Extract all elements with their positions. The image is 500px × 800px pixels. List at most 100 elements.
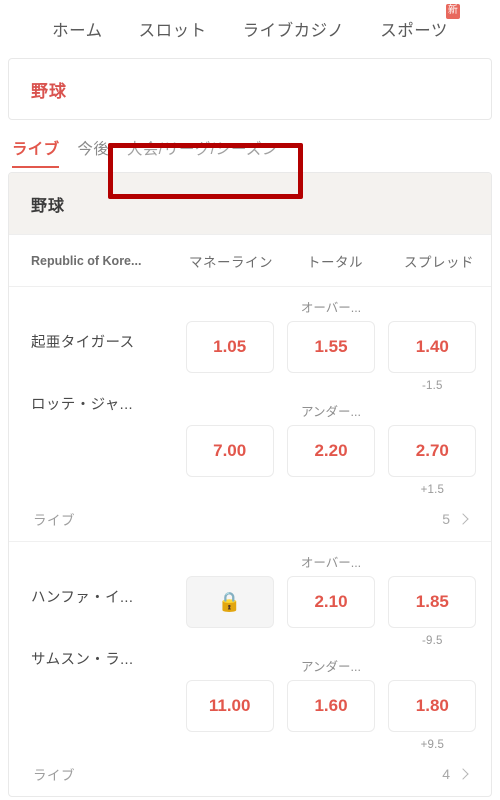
match-row: ハンファ・イ... サムスン・ラ... 🔒 11.00 オーバー... 2.10…: [9, 542, 491, 796]
moneyline-slot-home: 🔒: [179, 550, 280, 654]
odd-button-moneyline-home[interactable]: 1.05: [185, 321, 274, 373]
spread-column: 1.85 -9.5 1.80 +9.5: [382, 550, 483, 758]
tab-live[interactable]: ライブ: [12, 137, 60, 168]
odd-button-spread-away[interactable]: 2.70: [388, 425, 477, 477]
handicap-spacer: [329, 477, 332, 503]
more-markets-link[interactable]: 4: [442, 766, 469, 782]
column-header-team: Republic of Kore...: [31, 253, 142, 268]
spread-column: 1.40 -1.5 2.70 +1.5: [382, 295, 483, 503]
match-status-label: ライブ: [33, 768, 75, 783]
handicap-spacer: [228, 628, 231, 654]
spread-slot-away: 1.80 +9.5: [382, 654, 483, 758]
tab-label: 大会/リーグ/シーズン: [127, 141, 278, 158]
nav-item-label: スロット: [138, 22, 207, 40]
total-label-over: オーバー...: [300, 301, 362, 315]
more-markets-count: 4: [442, 766, 450, 782]
total-slot-under: アンダー... 1.60: [280, 654, 381, 758]
team-name-home: ハンファ・イ...: [31, 590, 134, 606]
odd-button-moneyline-home-locked: 🔒: [185, 576, 274, 628]
odd-label-spacer: [431, 295, 434, 321]
match-row: 起亜タイガース ロッテ・ジャ... 1.05 7.00 オーバー... 1.55…: [9, 287, 491, 542]
column-header-total: トータル: [307, 254, 363, 270]
team-name-away: サムスン・ラ...: [31, 652, 134, 668]
more-markets-count: 5: [442, 511, 450, 527]
sport-selector[interactable]: 野球: [8, 58, 492, 120]
handicap-spacer: [329, 732, 332, 758]
match-markets-grid: 起亜タイガース ロッテ・ジャ... 1.05 7.00 オーバー... 1.55…: [17, 295, 483, 503]
spread-slot-home: 1.85 -9.5: [382, 550, 483, 654]
team-names-column: 起亜タイガース ロッテ・ジャ...: [17, 295, 179, 453]
chevron-right-icon: [457, 513, 469, 525]
nav-item-label: スポーツ: [380, 22, 448, 40]
league-card-header: 野球: [9, 173, 491, 235]
tab-label: ライブ: [12, 141, 60, 158]
nav-item-sports[interactable]: スポーツ 新: [380, 4, 460, 41]
nav-item-label: ホーム: [52, 22, 103, 40]
league-card: 野球 Republic of Kore... マネーライン トータル スプレッド…: [8, 172, 492, 797]
handicap-spacer: [228, 732, 231, 758]
total-column: オーバー... 2.10 アンダー... 1.60: [280, 550, 381, 758]
tab-tournament-league-season[interactable]: 大会/リーグ/シーズン: [127, 137, 278, 168]
match-markets-grid: ハンファ・イ... サムスン・ラ... 🔒 11.00 オーバー... 2.10…: [17, 550, 483, 758]
league-card-title: 野球: [31, 197, 66, 215]
odd-label-spacer: [228, 550, 231, 576]
odd-button-total-over[interactable]: 2.10: [286, 576, 375, 628]
spread-slot-away: 2.70 +1.5: [382, 399, 483, 503]
market-column-header: Republic of Kore... マネーライン トータル スプレッド: [9, 235, 491, 287]
tab-upcoming[interactable]: 今後: [77, 137, 109, 168]
odd-button-spread-home[interactable]: 1.85: [388, 576, 477, 628]
handicap-spacer: [329, 373, 332, 399]
odd-label-spacer: [431, 399, 434, 425]
team-names-column: ハンファ・イ... サムスン・ラ...: [17, 550, 179, 708]
moneyline-slot-away: 11.00: [179, 654, 280, 758]
total-slot-over: オーバー... 1.55: [280, 295, 381, 399]
handicap-spacer: [228, 373, 231, 399]
spread-handicap-home: -9.5: [422, 635, 443, 647]
nav-item-slots[interactable]: スロット: [139, 17, 207, 41]
moneyline-slot-home: 1.05: [179, 295, 280, 399]
odd-label-spacer: [431, 550, 434, 576]
match-footer[interactable]: ライブ 4: [17, 758, 483, 796]
moneyline-column: 1.05 7.00: [179, 295, 280, 503]
odd-button-total-under[interactable]: 2.20: [286, 425, 375, 477]
more-markets-link[interactable]: 5: [442, 511, 469, 527]
total-slot-under: アンダー... 2.20: [280, 399, 381, 503]
new-badge: 新: [445, 4, 460, 19]
nav-item-live-casino[interactable]: ライブカジノ: [243, 17, 345, 41]
spread-handicap-away: +1.5: [420, 484, 445, 496]
moneyline-slot-away: 7.00: [179, 399, 280, 503]
odd-button-moneyline-away[interactable]: 7.00: [185, 425, 274, 477]
total-column: オーバー... 1.55 アンダー... 2.20: [280, 295, 381, 503]
spread-slot-home: 1.40 -1.5: [382, 295, 483, 399]
total-label-under: アンダー...: [301, 405, 361, 419]
sport-selector-value: 野球: [31, 81, 67, 101]
column-header-moneyline: マネーライン: [189, 254, 273, 270]
spread-handicap-home: -1.5: [422, 380, 443, 392]
tab-bar: ライブ 今後 大会/リーグ/シーズン: [0, 120, 500, 168]
sport-selector-wrapper: 野球: [0, 58, 500, 120]
total-slot-over: オーバー... 2.10: [280, 550, 381, 654]
column-header-spread: スプレッド: [404, 254, 474, 270]
top-navigation: ホーム スロット ライブカジノ スポーツ 新: [0, 0, 500, 58]
total-label-under: アンダー...: [301, 660, 361, 674]
handicap-spacer: [329, 628, 332, 654]
match-status-label: ライブ: [33, 513, 75, 528]
total-label-over: オーバー...: [300, 556, 362, 570]
odd-label-spacer: [431, 654, 434, 680]
nav-item-label: ライブカジノ: [242, 22, 345, 40]
odd-button-spread-home[interactable]: 1.40: [388, 321, 477, 373]
handicap-spacer: [228, 477, 231, 503]
odd-label-spacer: [228, 399, 231, 425]
spread-handicap-away: +9.5: [420, 739, 445, 751]
team-name-home: 起亜タイガース: [31, 335, 135, 351]
chevron-right-icon: [457, 768, 469, 780]
odd-button-moneyline-away[interactable]: 11.00: [185, 680, 274, 732]
odd-button-total-under[interactable]: 1.60: [286, 680, 375, 732]
lock-icon: 🔒: [217, 591, 242, 613]
odd-button-spread-away[interactable]: 1.80: [388, 680, 477, 732]
team-name-away: ロッテ・ジャ...: [31, 397, 133, 413]
odd-label-spacer: [228, 295, 231, 321]
match-footer[interactable]: ライブ 5: [17, 503, 483, 541]
nav-item-home[interactable]: ホーム: [52, 17, 103, 41]
odd-button-total-over[interactable]: 1.55: [286, 321, 375, 373]
